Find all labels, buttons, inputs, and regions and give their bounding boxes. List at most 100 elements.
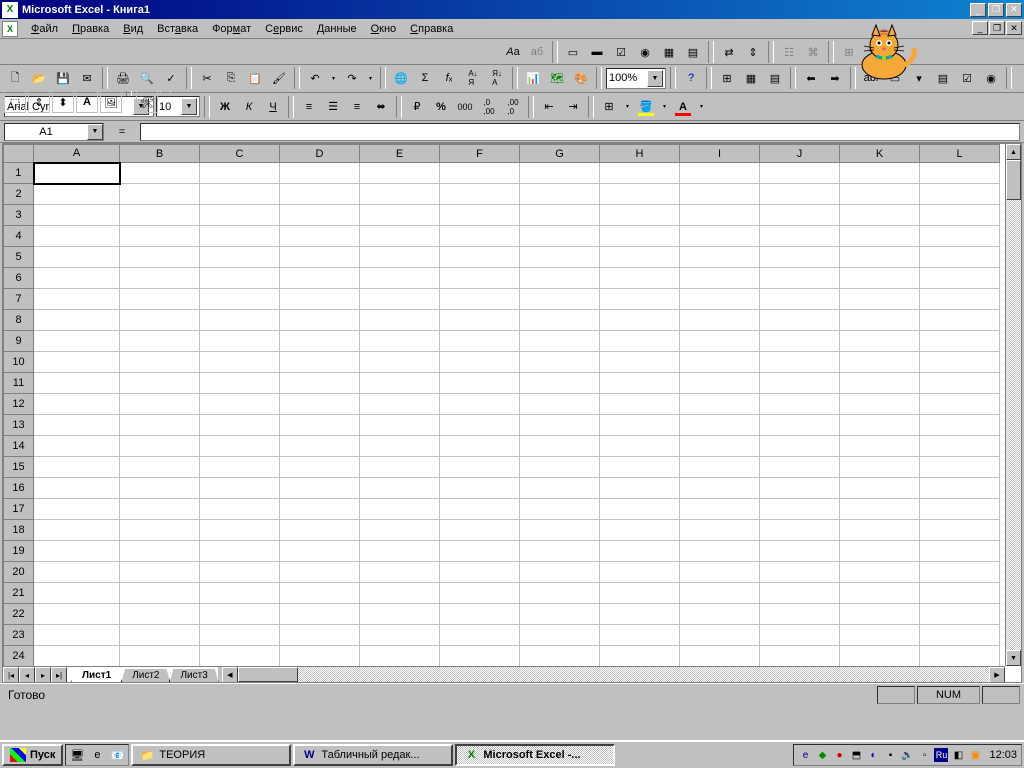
cell[interactable] [520, 373, 600, 394]
size-dropdown-icon[interactable]: ▼ [181, 98, 197, 115]
cell[interactable] [440, 310, 520, 331]
cell[interactable] [760, 646, 840, 667]
cell[interactable] [520, 331, 600, 352]
cell[interactable] [600, 331, 680, 352]
cell[interactable] [120, 163, 200, 184]
cell[interactable] [600, 352, 680, 373]
font-color-dropdown[interactable]: ▾ [696, 96, 707, 118]
underline-button[interactable]: Ч [262, 96, 284, 118]
close-button[interactable]: ✕ [1006, 3, 1022, 17]
row-header[interactable]: 8 [4, 310, 34, 331]
new-icon[interactable]: 🗋 [4, 67, 26, 89]
row-header[interactable]: 23 [4, 625, 34, 646]
properties-icon[interactable]: ☷ [778, 41, 800, 63]
cell[interactable] [360, 562, 440, 583]
cell[interactable] [360, 205, 440, 226]
cell[interactable] [200, 520, 280, 541]
row-header[interactable]: 11 [4, 373, 34, 394]
hscroll-track[interactable] [238, 667, 989, 682]
cell[interactable] [760, 625, 840, 646]
ql-outlook-icon[interactable]: 📧 [108, 746, 126, 764]
cell[interactable] [440, 415, 520, 436]
decrease-decimal-icon[interactable]: ,00,0 [502, 96, 524, 118]
cell[interactable] [600, 541, 680, 562]
cell[interactable] [200, 625, 280, 646]
row-header[interactable]: 21 [4, 583, 34, 604]
row-header[interactable]: 20 [4, 562, 34, 583]
cell[interactable] [34, 163, 120, 184]
ungroup-icon[interactable]: ⬅ [800, 67, 822, 89]
cell[interactable] [680, 478, 760, 499]
cell[interactable] [840, 562, 920, 583]
cell[interactable] [520, 184, 600, 205]
cell[interactable] [840, 226, 920, 247]
row-header[interactable]: 17 [4, 499, 34, 520]
cell[interactable] [600, 373, 680, 394]
cell[interactable] [520, 499, 600, 520]
help-icon[interactable]: ? [680, 67, 702, 89]
cell[interactable] [840, 247, 920, 268]
cell[interactable] [680, 499, 760, 520]
map-icon[interactable]: 🗺 [546, 67, 568, 89]
cell[interactable] [34, 478, 120, 499]
tray-volume-icon[interactable]: 🔊 [900, 748, 914, 762]
bold-button[interactable]: Ж [214, 96, 236, 118]
combo2-icon[interactable]: ▾ [908, 67, 930, 89]
cell[interactable] [600, 289, 680, 310]
cell[interactable] [360, 331, 440, 352]
borders-icon[interactable]: ⊞ [598, 96, 620, 118]
cell[interactable] [120, 226, 200, 247]
horizontal-scrollbar[interactable]: ◀ ▶ [222, 667, 1005, 682]
col-header[interactable]: G [520, 145, 600, 163]
row-header[interactable]: 18 [4, 520, 34, 541]
cell[interactable] [840, 352, 920, 373]
show-pages-icon[interactable]: ▤ [764, 67, 786, 89]
cell[interactable] [440, 163, 520, 184]
row-header[interactable]: 10 [4, 352, 34, 373]
doc-minimize-button[interactable]: _ [972, 21, 988, 35]
cell[interactable] [760, 226, 840, 247]
cell[interactable] [34, 499, 120, 520]
col-header[interactable]: J [760, 145, 840, 163]
tray-icon[interactable]: ◧ [951, 748, 965, 762]
cell[interactable] [920, 541, 1000, 562]
cell[interactable] [360, 625, 440, 646]
cell[interactable] [680, 415, 760, 436]
zoom-combo[interactable]: ▼ [606, 68, 666, 89]
cell[interactable] [360, 394, 440, 415]
cell[interactable] [600, 478, 680, 499]
check2-icon[interactable]: ☑ [956, 67, 978, 89]
cell[interactable] [520, 604, 600, 625]
cell[interactable] [440, 436, 520, 457]
cell[interactable] [280, 226, 360, 247]
fill-color-icon[interactable]: 🪣 [635, 96, 657, 118]
code-icon[interactable]: ⌘ [802, 41, 824, 63]
cell[interactable] [200, 562, 280, 583]
cell[interactable] [840, 205, 920, 226]
cell[interactable] [600, 163, 680, 184]
cell[interactable] [440, 247, 520, 268]
cell[interactable] [360, 247, 440, 268]
menu-view[interactable]: Вид [116, 21, 150, 37]
menu-tools[interactable]: Сервис [258, 21, 310, 37]
group-box-icon[interactable]: ▭ [562, 41, 584, 63]
cell[interactable] [680, 625, 760, 646]
cell[interactable] [520, 478, 600, 499]
cell[interactable] [840, 289, 920, 310]
cell[interactable] [840, 478, 920, 499]
align-right-icon[interactable]: ≡ [346, 96, 368, 118]
task-button[interactable]: WТабличный редак... [293, 744, 453, 766]
cell[interactable] [760, 499, 840, 520]
cell[interactable] [600, 415, 680, 436]
cell[interactable] [280, 415, 360, 436]
cell[interactable] [120, 184, 200, 205]
cell[interactable] [440, 457, 520, 478]
cell[interactable] [200, 457, 280, 478]
cell[interactable] [520, 247, 600, 268]
cell[interactable] [680, 163, 760, 184]
italic-button[interactable]: К [238, 96, 260, 118]
tray-icon[interactable]: ⬒ [849, 748, 863, 762]
row-header[interactable]: 9 [4, 331, 34, 352]
cell[interactable] [280, 268, 360, 289]
cell[interactable] [34, 394, 120, 415]
